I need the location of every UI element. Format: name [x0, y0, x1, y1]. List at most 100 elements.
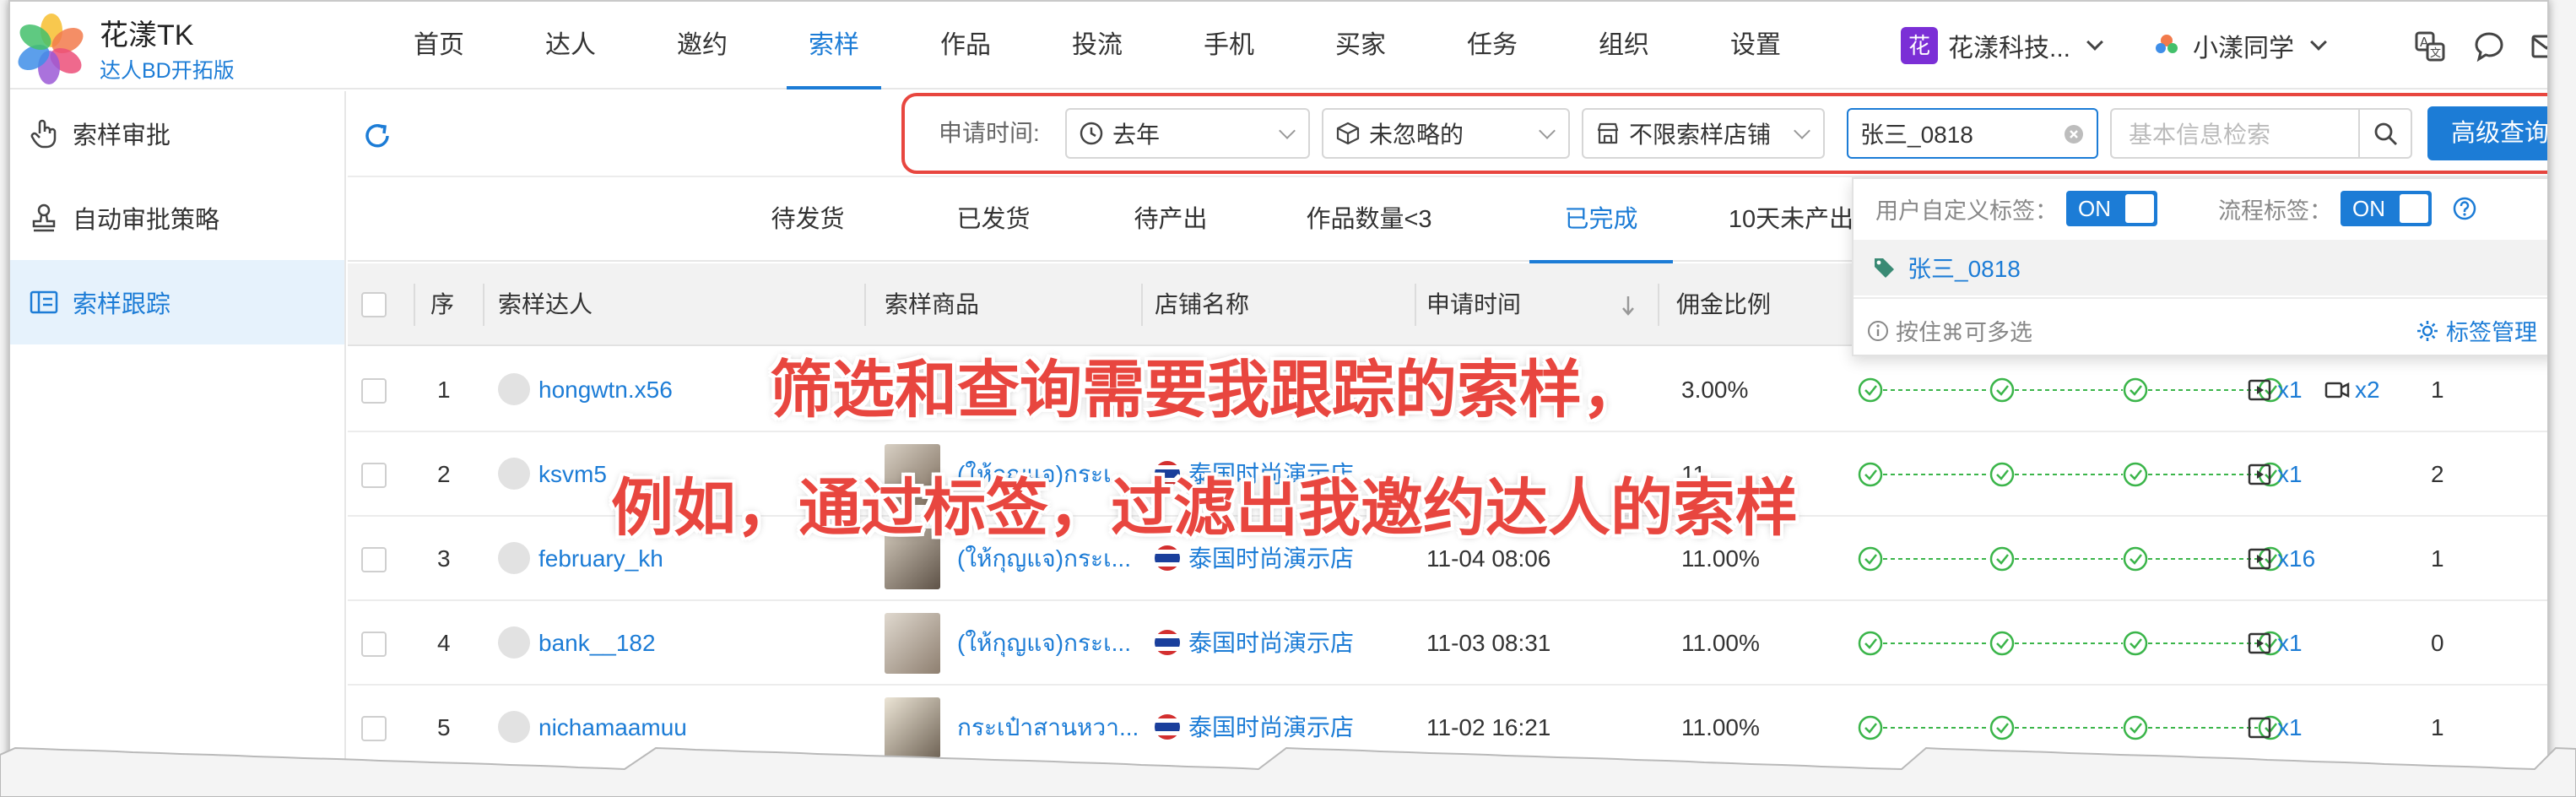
- product-link[interactable]: (ให้กุญแจ)กระเ...: [957, 601, 1131, 686]
- select-all-checkbox[interactable]: [361, 292, 387, 317]
- video-count-label: x16: [2277, 545, 2316, 572]
- creator-link[interactable]: hongwtn.x56: [538, 348, 673, 432]
- sort-desc-icon[interactable]: [1619, 294, 1637, 317]
- progress-steps: [1858, 462, 2283, 487]
- tag-manage-link[interactable]: 标签管理: [2416, 314, 2537, 347]
- thailand-flag-icon: [1155, 545, 1180, 571]
- refresh-icon[interactable]: [361, 120, 393, 152]
- nav-phones[interactable]: 手机: [1163, 2, 1295, 89]
- check-circle-icon: [1989, 631, 2015, 656]
- column-header-creator[interactable]: 索样达人: [498, 263, 593, 346]
- tag-filter-input[interactable]: 张三_0818: [1847, 108, 2098, 159]
- basic-search-input[interactable]: 基本信息检索: [2110, 108, 2360, 159]
- video-count[interactable]: x1: [2247, 432, 2303, 517]
- video-count[interactable]: x1: [2247, 601, 2303, 686]
- row-checkbox[interactable]: [361, 547, 387, 572]
- store-icon: [1597, 122, 1619, 144]
- shop-link[interactable]: 泰国时尚演示店: [1188, 601, 1354, 686]
- video-count-label: x1: [2277, 461, 2303, 487]
- video-count[interactable]: x16: [2247, 517, 2315, 601]
- translate-icon[interactable]: A 文: [2414, 30, 2446, 62]
- tag-option[interactable]: 张三_0818: [1854, 240, 2547, 295]
- column-divider: [1415, 284, 1416, 326]
- sidebar: 索样审批 自动审批策略 索样跟踪: [10, 91, 346, 783]
- nav-samples[interactable]: 索样: [768, 2, 900, 89]
- tab-no-output-10-days[interactable]: 10天未产出: [1715, 177, 1867, 262]
- works-count: 1: [2431, 377, 2444, 403]
- nav-works[interactable]: 作品: [900, 2, 1031, 89]
- product-thumbnail[interactable]: [885, 613, 940, 674]
- camera-icon: [2324, 382, 2350, 398]
- shop-select[interactable]: 不限索样店铺: [1582, 108, 1825, 159]
- avatar: [498, 542, 530, 574]
- check-circle-icon: [2123, 377, 2148, 403]
- app-logo: [18, 14, 84, 84]
- works-count: 2: [2431, 461, 2444, 487]
- org-switcher[interactable]: 花 花漾科技...: [1901, 27, 2103, 64]
- check-circle-icon: [1858, 715, 1883, 740]
- row-checkbox[interactable]: [361, 463, 387, 488]
- sidebar-item-sample-tracking[interactable]: 索样跟踪: [10, 260, 344, 344]
- avatar: [498, 373, 530, 405]
- search-button[interactable]: [2360, 108, 2412, 159]
- user-name: 小漾同学: [2193, 35, 2294, 62]
- annotation-line-2: 例如，通过标签，过滤出我邀约达人的索样: [611, 473, 1798, 543]
- video-count[interactable]: x1: [2247, 348, 2303, 432]
- column-header-apply-time[interactable]: 申请时间: [1426, 263, 1521, 346]
- main-nav: 首页 达人 邀约 索样 作品 投流 手机 买家 任务 组织 设置: [373, 2, 1821, 89]
- flow-tag-switch[interactable]: ON: [2341, 191, 2432, 226]
- nav-home[interactable]: 首页: [373, 2, 505, 89]
- mail-icon[interactable]: [2530, 30, 2549, 62]
- row-checkbox[interactable]: [361, 632, 387, 657]
- video-icon: [2248, 548, 2271, 570]
- nav-creators[interactable]: 达人: [505, 2, 636, 89]
- multiselect-hint-text: 按住⌘可多选: [1896, 320, 2032, 345]
- custom-tag-switch[interactable]: ON: [2066, 191, 2157, 226]
- creator-link[interactable]: ksvm5: [538, 432, 607, 517]
- check-circle-icon: [2123, 631, 2148, 656]
- flow-tag-label: 流程标签：: [2218, 198, 2332, 224]
- nav-tasks[interactable]: 任务: [1426, 2, 1558, 89]
- custom-tag-toggle-row: 用户自定义标签： ON: [1875, 191, 2157, 226]
- tab-pending-shipment[interactable]: 待发货: [753, 177, 863, 262]
- help-icon[interactable]: [2452, 196, 2477, 221]
- column-header-commission[interactable]: 佣金比例: [1676, 263, 1771, 346]
- torn-edge-decoration: [0, 746, 2576, 797]
- sidebar-item-auto-approval[interactable]: 自动审批策略: [10, 176, 344, 260]
- user-menu[interactable]: 小漾同学: [2151, 27, 2327, 64]
- column-header-shop[interactable]: 店铺名称: [1155, 263, 1249, 346]
- time-range-select[interactable]: 去年: [1065, 108, 1310, 159]
- tag-dropdown-footer: 按住⌘可多选 标签管理: [1854, 297, 2547, 356]
- table-row[interactable]: 4 bank__182 (ให้กุญแจ)กระเ... 泰国时尚演示店 11…: [348, 601, 2547, 686]
- tab-pending-output[interactable]: 待产出: [1116, 177, 1226, 262]
- sidebar-item-sample-approval[interactable]: 索样审批: [10, 91, 344, 176]
- row-checkbox[interactable]: [361, 716, 387, 741]
- commission-rate: 3.00%: [1681, 377, 1749, 403]
- creator-link[interactable]: bank__182: [538, 601, 656, 686]
- nav-ads[interactable]: 投流: [1031, 2, 1163, 89]
- nav-invitations[interactable]: 邀约: [636, 2, 768, 89]
- org-badge: 花: [1901, 27, 1938, 64]
- clear-icon[interactable]: [2063, 123, 2085, 145]
- chat-icon[interactable]: [2473, 30, 2505, 62]
- live-count[interactable]: x2: [2324, 348, 2380, 432]
- tab-completed[interactable]: 已完成: [1529, 177, 1673, 263]
- column-header-product[interactable]: 索样商品: [885, 263, 979, 346]
- annotation-line-1: 筛选和查询需要我跟踪的索样，: [770, 355, 1644, 425]
- ignore-status-select[interactable]: 未忽略的: [1322, 108, 1570, 159]
- tab-works-lt-3[interactable]: 作品数量<3: [1285, 177, 1453, 262]
- nav-settings[interactable]: 设置: [1690, 2, 1821, 89]
- video-icon: [2248, 632, 2271, 654]
- thailand-flag-icon: [1155, 630, 1180, 655]
- row-checkbox[interactable]: [361, 378, 387, 404]
- nav-buyers[interactable]: 买家: [1295, 2, 1426, 89]
- multiselect-hint: 按住⌘可多选: [1867, 314, 2032, 347]
- tab-shipped[interactable]: 已发货: [939, 177, 1048, 262]
- advanced-search-button[interactable]: 高级查询: [2427, 106, 2547, 160]
- tag-option-label: 张三_0818: [1908, 256, 2021, 282]
- nav-organization[interactable]: 组织: [1558, 2, 1690, 89]
- chevron-down-icon: [1794, 122, 1810, 139]
- gear-icon: [2417, 320, 2438, 341]
- info-icon: [1868, 320, 1888, 341]
- svg-text:文: 文: [2430, 47, 2441, 60]
